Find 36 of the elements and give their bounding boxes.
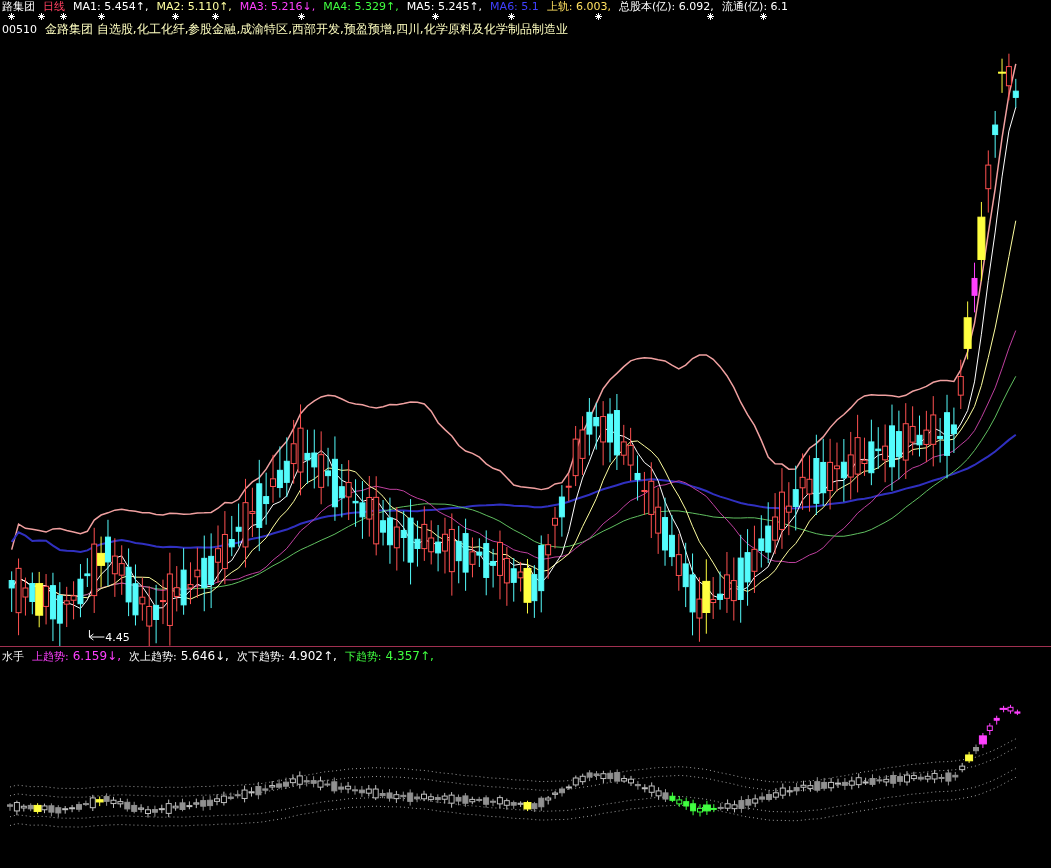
asterisk-icon <box>8 13 15 20</box>
indicator-value: 4.357↑, <box>385 648 434 664</box>
legend-value: MA4: 5.329↑, <box>323 0 399 13</box>
asterisk-icon <box>212 13 219 20</box>
period-label: 日线 <box>43 0 65 14</box>
indicator-label: 次上趋势: <box>128 648 177 664</box>
indicator-label: 上趋势: <box>32 648 69 664</box>
asterisk-icon <box>595 13 602 20</box>
stock-info-text: 金路集团 自选股,化工化纤,参股金融,成渝特区,西部开发,预盈预增,四川,化学原料及化学制品制造业 <box>45 20 568 38</box>
asterisk-icon <box>38 13 45 20</box>
legend-value: 总股本(亿): 6.092, <box>619 0 714 14</box>
legend-value: MA2: 5.110↑, <box>156 0 232 13</box>
asterisk-icon <box>707 13 714 20</box>
legend-value: 流通(亿): 6.1 <box>721 0 789 14</box>
legend-value: 上轨: 6.003, <box>546 0 612 14</box>
legend-value: MA6: 5.1 <box>490 0 539 13</box>
indicator-value: 4.902↑, <box>288 648 337 664</box>
arrow-icon <box>88 629 105 641</box>
asterisk-icon <box>298 13 305 20</box>
legend-value: MA1: 5.454↑, <box>73 0 149 13</box>
asterisk-icon <box>508 13 515 20</box>
indicator-label: 次下趋势: <box>236 648 285 664</box>
indicator-value: 6.159↓, <box>72 648 121 664</box>
price-marker-label: 4.45 <box>105 631 130 644</box>
asterisk-icon <box>760 13 767 20</box>
indicator-label: 下趋势: <box>344 648 382 664</box>
asterisk-icon <box>60 13 67 20</box>
indicator-name: 水手 <box>2 648 24 664</box>
asterisk-icon <box>172 13 179 20</box>
legend-value: MA5: 5.245↑, <box>406 0 483 13</box>
asterisk-icon <box>98 13 105 20</box>
asterisk-icon <box>432 13 439 20</box>
stock-code: 00510 <box>2 22 37 36</box>
stock-title: 路集团 <box>2 0 35 14</box>
legend-value: MA3: 5.216↓, <box>239 0 316 13</box>
indicator-value: 5.646↓, <box>180 648 229 664</box>
